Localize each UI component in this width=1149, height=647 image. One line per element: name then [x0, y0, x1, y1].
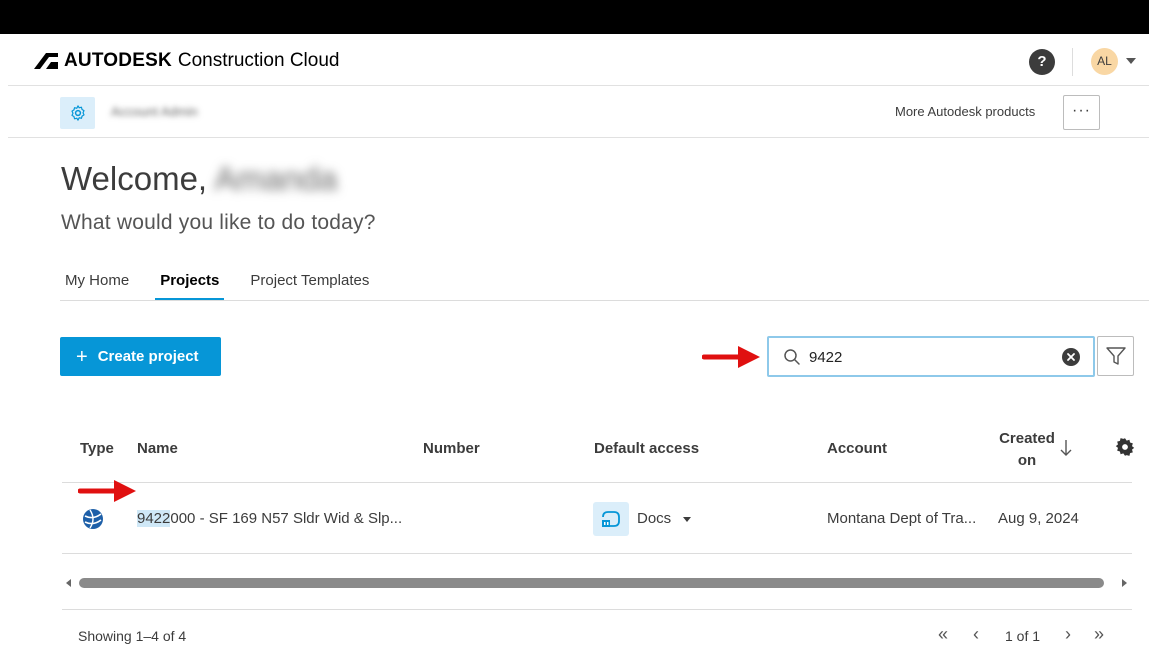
previous-page-icon[interactable]: ‹ [973, 624, 979, 645]
main-tabs: My Home Projects Project Templates [65, 272, 400, 302]
sort-descending-icon[interactable] [1058, 438, 1074, 458]
create-project-label: Create project [97, 348, 199, 365]
project-name-rest: 000 - SF 169 N57 Sldr Wid & Slp... [170, 510, 403, 527]
annotation-arrow-right-icon [702, 346, 760, 368]
created-header-line1: Created [999, 430, 1055, 447]
annotation-arrow-right-icon [78, 480, 136, 502]
clear-search-icon[interactable] [1062, 348, 1080, 366]
tab-my-home[interactable]: My Home [65, 272, 129, 301]
row-account: Montana Dept of Tra... [827, 510, 977, 527]
default-access-dropdown[interactable]: Docs [637, 510, 671, 527]
gear-icon [70, 105, 85, 121]
close-icon [1067, 353, 1075, 361]
welcome-prompt: What would you like to do today? [61, 211, 376, 234]
column-header-name[interactable]: Name [137, 440, 178, 457]
tabs-divider [60, 300, 1149, 301]
column-header-number[interactable]: Number [423, 440, 480, 457]
tab-project-templates[interactable]: Project Templates [250, 272, 369, 301]
last-page-icon[interactable]: » [1094, 624, 1104, 645]
app-header: AUTODESK Construction Cloud ? AL [8, 34, 1149, 86]
docs-folder-icon [602, 511, 620, 527]
brand-logo[interactable]: AUTODESK Construction Cloud [34, 50, 339, 72]
column-header-account[interactable]: Account [827, 440, 887, 457]
scroll-left-arrow-icon[interactable] [66, 579, 71, 587]
first-page-icon[interactable]: « [938, 624, 948, 645]
tab-projects[interactable]: Projects [155, 272, 225, 301]
account-admin-label[interactable]: Account Admin [111, 104, 198, 119]
next-page-icon[interactable]: › [1065, 624, 1071, 645]
project-name-link[interactable]: 9422000 - SF 169 N57 Sldr Wid & Slp... [137, 510, 402, 527]
user-avatar[interactable]: AL [1091, 48, 1118, 75]
results-count: Showing 1–4 of 4 [78, 628, 187, 644]
search-match-highlight: 9422 [137, 510, 171, 527]
project-search-box[interactable] [767, 336, 1095, 377]
horizontal-scrollbar-thumb[interactable] [79, 578, 1104, 588]
chevron-down-icon[interactable] [1126, 58, 1136, 64]
help-icon[interactable]: ? [1029, 49, 1055, 75]
chevron-down-icon[interactable] [683, 517, 691, 522]
filter-icon [1105, 347, 1126, 365]
module-bar: Account Admin More Autodesk products ··· [8, 86, 1149, 138]
welcome-user-name: Amanda [214, 160, 338, 197]
column-header-type[interactable]: Type [80, 440, 114, 457]
filter-button[interactable] [1097, 336, 1134, 376]
table-header-divider [62, 482, 1132, 483]
column-header-default-access[interactable]: Default access [594, 440, 699, 457]
welcome-heading: Welcome, Amanda [61, 160, 337, 198]
scroll-right-arrow-icon[interactable] [1122, 579, 1127, 587]
page-indicator: 1 of 1 [1005, 628, 1041, 644]
more-options-button[interactable]: ··· [1063, 95, 1100, 130]
created-header-line2: on [1017, 452, 1037, 469]
brand-product-name: Construction Cloud [177, 50, 340, 71]
brand-name: AUTODESK [64, 50, 172, 71]
search-icon [784, 349, 800, 365]
project-type-globe-icon [83, 509, 103, 529]
row-divider [62, 553, 1132, 554]
more-products-link[interactable]: More Autodesk products [895, 104, 1035, 119]
column-header-created-on[interactable]: Created on [999, 428, 1055, 472]
table-settings-gear-icon[interactable] [1115, 437, 1135, 457]
welcome-greeting: Welcome, [61, 160, 208, 197]
account-admin-icon-button[interactable] [60, 97, 95, 129]
top-black-bar [0, 0, 1149, 34]
plus-icon: + [76, 345, 88, 368]
footer-divider [62, 609, 1132, 610]
row-created-on: Aug 9, 2024 [998, 510, 1079, 527]
create-project-button[interactable]: + Create project [60, 337, 221, 376]
header-divider [1072, 48, 1073, 76]
search-input[interactable] [809, 347, 1049, 367]
docs-icon [593, 502, 629, 536]
autodesk-logo-icon [34, 53, 58, 69]
